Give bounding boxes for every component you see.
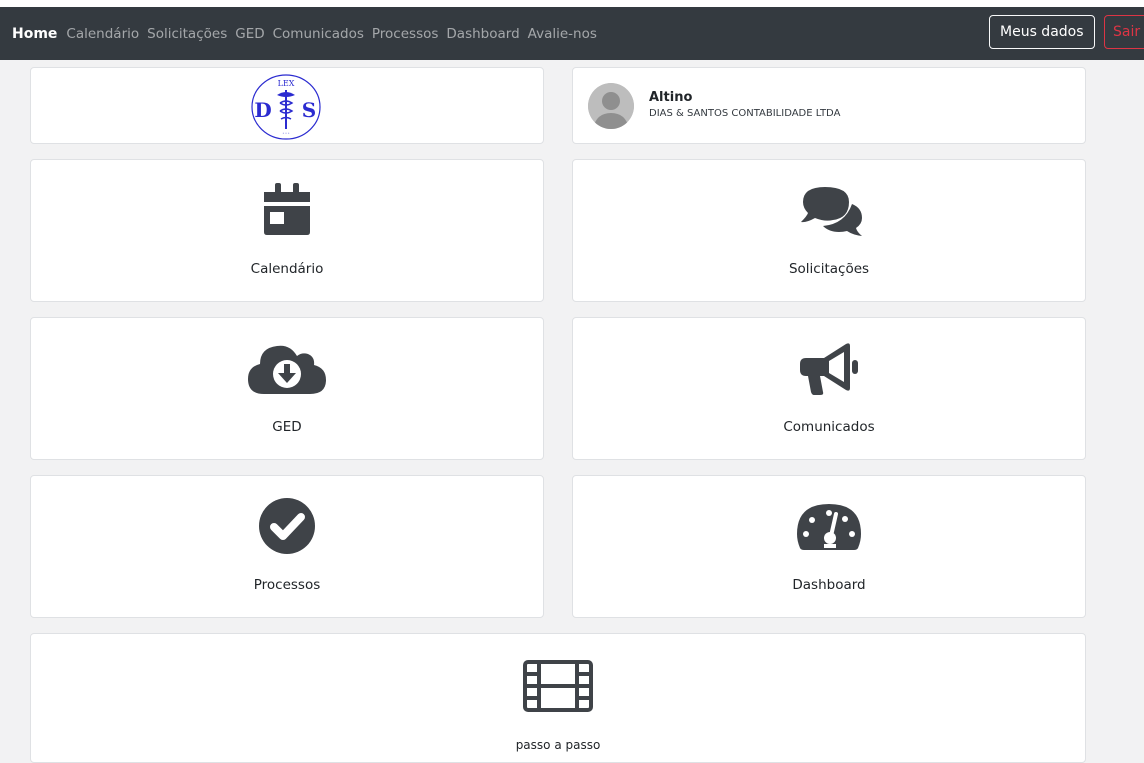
- svg-text:S: S: [302, 98, 316, 122]
- logo-card: LEX D S • • •: [30, 67, 544, 144]
- ged-tile[interactable]: GED: [30, 317, 544, 460]
- cloud-download-icon: [248, 345, 326, 394]
- avatar: [588, 83, 634, 129]
- tile-label: Solicitações: [788, 261, 870, 277]
- browser-top-strip: [0, 0, 1144, 7]
- sair-button[interactable]: Sair: [1104, 15, 1144, 49]
- nav-calendario[interactable]: Calendário: [66, 26, 139, 42]
- tile-label: Dashboard: [792, 577, 866, 593]
- calendario-tile[interactable]: Calendário: [30, 159, 544, 302]
- check-circle-icon: [259, 498, 315, 554]
- film-icon: [523, 660, 593, 712]
- tile-label: Processos: [253, 577, 321, 593]
- meus-dados-button[interactable]: Meus dados: [989, 15, 1095, 49]
- tile-label: passo a passo: [515, 738, 601, 752]
- nav-solicitacoes[interactable]: Solicitações: [147, 26, 227, 42]
- svg-text:• • •: • • •: [282, 131, 289, 135]
- tile-label: Comunicados: [783, 419, 875, 435]
- comments-icon: [801, 187, 862, 236]
- nav-avalie-nos[interactable]: Avalie-nos: [528, 26, 597, 42]
- svg-text:LEX: LEX: [278, 79, 295, 88]
- comunicados-tile[interactable]: Comunicados: [572, 317, 1086, 460]
- processos-tile[interactable]: Processos: [30, 475, 544, 618]
- tile-label: Calendário: [250, 261, 324, 277]
- bullhorn-icon: [800, 343, 858, 395]
- nav-home[interactable]: Home: [12, 26, 57, 42]
- passo-a-passo-tile[interactable]: passo a passo: [30, 633, 1086, 763]
- company-name: DIAS & SANTOS CONTABILIDADE LTDA: [649, 108, 841, 119]
- company-logo: LEX D S • • •: [251, 74, 321, 140]
- svg-text:D: D: [254, 98, 271, 122]
- navbar: Home Calendário Solicitações GED Comunic…: [0, 7, 1144, 60]
- nav-dashboard[interactable]: Dashboard: [446, 26, 519, 42]
- solicitacoes-tile[interactable]: Solicitações: [572, 159, 1086, 302]
- nav-processos[interactable]: Processos: [372, 26, 439, 42]
- nav-comunicados[interactable]: Comunicados: [273, 26, 364, 42]
- dashboard-tile[interactable]: Dashboard: [572, 475, 1086, 618]
- nav-ged[interactable]: GED: [235, 26, 264, 42]
- user-name: Altino: [649, 90, 693, 105]
- tachometer-icon: [797, 504, 861, 550]
- calendar-icon: [264, 183, 310, 235]
- profile-card: Altino DIAS & SANTOS CONTABILIDADE LTDA: [572, 67, 1086, 144]
- tile-label: GED: [272, 419, 302, 435]
